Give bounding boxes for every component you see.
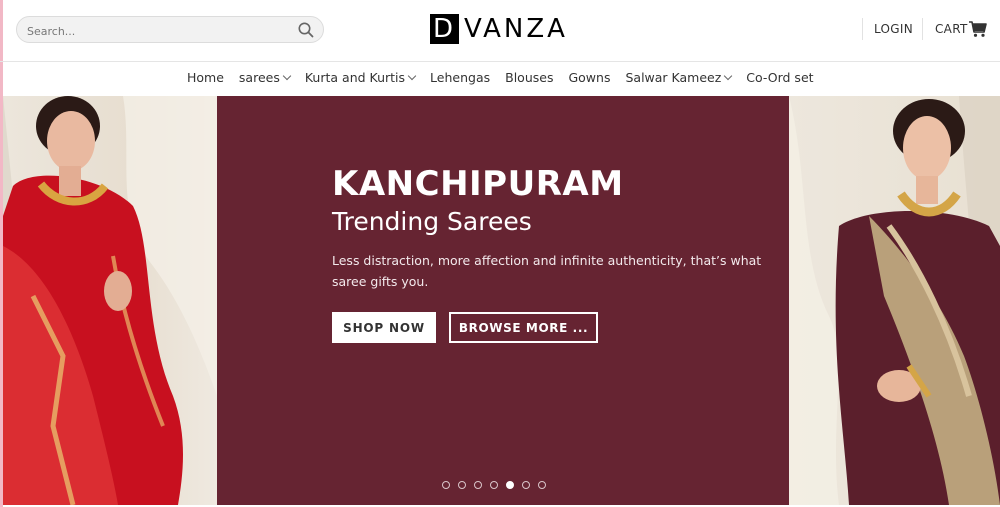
slider-dot[interactable] [522,481,530,489]
nav-item-label: sarees [238,70,280,85]
hero-description: Less distraction, more affection and inf… [332,253,762,289]
login-link[interactable]: LOGIN [874,22,913,36]
slider-dot[interactable] [474,481,482,489]
nav-item-co-ord-set[interactable]: Co-Ord set [746,70,813,85]
search-input[interactable] [25,21,289,41]
search-box [16,16,324,43]
chevron-down-icon [724,71,733,81]
nav-item-kurta-and-kurtis[interactable]: Kurta and Kurtis [304,70,417,85]
hero-banner: KANCHIPURAM Trending Sarees Less distrac… [217,96,789,505]
header-divider [922,18,923,40]
hero-slider: KANCHIPURAM Trending Sarees Less distrac… [3,96,1000,505]
nav-item-sarees[interactable]: sarees [238,70,292,85]
site-header: D VANZA LOGIN CART [0,0,1000,62]
nav-item-label: Home [187,70,224,85]
chevron-down-icon [407,71,417,81]
slider-dot[interactable] [506,481,514,489]
browse-more-button[interactable]: BROWSE MORE ... [449,312,598,343]
logo-wordmark: VANZA [464,14,568,44]
hero-model-image-right [789,96,1000,505]
nav-item-label: Co-Ord set [746,70,814,85]
slider-dot[interactable] [442,481,450,489]
chevron-down-icon [282,71,292,81]
nav-item-label: Kurta and Kurtis [304,70,406,85]
nav-item-label: Blouses [505,70,554,85]
nav-item-salwar-kameez[interactable]: Salwar Kameez [625,70,733,85]
slider-dots [442,481,554,489]
main-nav: Home sarees Kurta and Kurtis Lehengas Blouse… [0,62,1000,95]
logo-mark: D [430,14,459,44]
hero-subtitle: Trending Sarees [332,207,532,236]
slider-dot[interactable] [490,481,498,489]
site-logo[interactable]: D VANZA [430,14,570,46]
nav-item-label: Gowns [568,70,611,85]
hero-model-image-left [3,96,217,505]
cart-link[interactable]: CART [935,22,968,36]
shop-now-button[interactable]: SHOP NOW [332,312,436,343]
hero-title: KANCHIPURAM [332,164,624,204]
nav-item-label: Lehengas [430,70,491,85]
nav-item-gowns[interactable]: Gowns [568,70,610,85]
slider-dot[interactable] [458,481,466,489]
cart-icon[interactable] [968,20,988,38]
nav-item-blouses[interactable]: Blouses [505,70,553,85]
nav-item-lehengas[interactable]: Lehengas [430,70,490,85]
header-divider [862,18,863,40]
nav-item-label: Salwar Kameez [625,70,722,85]
search-icon[interactable] [297,21,315,39]
slider-dot[interactable] [538,481,546,489]
nav-item-home[interactable]: Home [187,70,224,85]
